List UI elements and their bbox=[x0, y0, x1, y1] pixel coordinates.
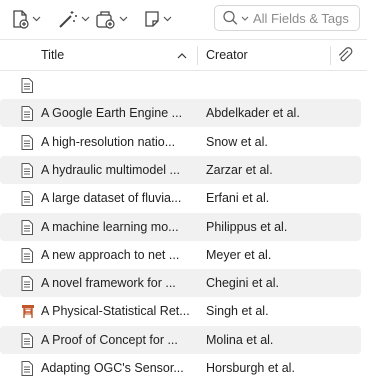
item-creator: Zarzar et al. bbox=[206, 162, 273, 177]
new-item-button[interactable] bbox=[10, 8, 41, 30]
search-field[interactable]: All Fields & Tags bbox=[214, 5, 360, 31]
item-title: A machine learning mo... bbox=[41, 219, 179, 234]
item-creator: Horsburgh et al. bbox=[206, 361, 295, 375]
document-icon bbox=[21, 276, 33, 294]
toolbar: All Fields & Tags bbox=[0, 0, 367, 38]
item-title: A high-resolution natio... bbox=[41, 134, 176, 149]
search-icon bbox=[223, 10, 238, 25]
add-attachment-button[interactable] bbox=[95, 8, 128, 30]
item-creator: Snow et al. bbox=[206, 134, 268, 149]
chevron-down-icon bbox=[241, 16, 249, 21]
chevron-down-icon bbox=[32, 16, 41, 22]
item-title: A large dataset of fluvia... bbox=[41, 191, 182, 206]
table-row[interactable] bbox=[0, 71, 361, 99]
table-row[interactable]: A Physical-Statistical Ret... Singh et al… bbox=[0, 297, 361, 325]
table-row[interactable]: A new approach to net ... Meyer et al. bbox=[0, 241, 361, 269]
document-icon bbox=[21, 106, 33, 124]
table-row[interactable]: Adapting OGC's Sensor... Horsburgh et al. bbox=[0, 354, 361, 382]
item-title: A new approach to net ... bbox=[41, 247, 180, 262]
new-item-icon bbox=[13, 10, 29, 29]
item-title: Adapting OGC's Sensor... bbox=[41, 361, 184, 375]
sort-ascending-icon bbox=[177, 53, 187, 59]
column-header: Title Creator bbox=[0, 39, 367, 71]
add-attachment-icon bbox=[96, 11, 115, 29]
item-creator: Singh et al. bbox=[206, 304, 269, 319]
document-icon bbox=[21, 361, 33, 379]
document-icon bbox=[21, 162, 33, 181]
document-icon bbox=[21, 219, 33, 238]
presentation-icon bbox=[21, 304, 35, 322]
document-icon bbox=[21, 247, 33, 266]
table-row[interactable]: A novel framework for ... Chegini et al. bbox=[0, 269, 361, 298]
table-row[interactable]: A Google Earth Engine ... Abdelkader et a… bbox=[0, 99, 361, 128]
document-icon bbox=[21, 78, 33, 96]
chevron-down-icon bbox=[119, 16, 128, 22]
item-creator: Philippus et al. bbox=[206, 219, 288, 234]
column-creator-header[interactable]: Creator bbox=[206, 48, 248, 62]
table-row[interactable]: A large dataset of fluvia... Erfani et al… bbox=[0, 184, 361, 212]
document-icon bbox=[21, 332, 33, 351]
add-by-identifier-button[interactable] bbox=[57, 8, 90, 30]
table-row[interactable]: A machine learning mo... Philippus et al. bbox=[0, 212, 361, 241]
item-title: A novel framework for ... bbox=[41, 276, 176, 291]
column-divider[interactable] bbox=[197, 46, 198, 65]
document-icon bbox=[21, 191, 33, 209]
magic-wand-icon bbox=[59, 11, 77, 28]
item-title: A hydraulic multimodel ... bbox=[41, 162, 180, 177]
paperclip-icon[interactable] bbox=[337, 47, 353, 65]
item-creator: Molina et al. bbox=[206, 332, 274, 347]
table-row[interactable]: A Proof of Concept for ... Molina et al. bbox=[0, 325, 361, 354]
item-creator: Meyer et al. bbox=[206, 247, 272, 262]
item-creator: Abdelkader et al. bbox=[206, 106, 300, 121]
column-divider[interactable] bbox=[330, 46, 331, 65]
item-title: A Proof of Concept for ... bbox=[41, 332, 178, 347]
document-icon bbox=[21, 134, 33, 153]
item-creator: Erfani et al. bbox=[206, 191, 270, 206]
table-row[interactable]: A high-resolution natio... Snow et al. bbox=[0, 128, 361, 156]
item-creator: Chegini et al. bbox=[206, 276, 279, 291]
item-title: A Physical-Statistical Ret... bbox=[41, 304, 190, 319]
chevron-down-icon bbox=[163, 16, 172, 22]
new-note-button[interactable] bbox=[143, 8, 172, 30]
item-title: A Google Earth Engine ... bbox=[41, 106, 183, 121]
chevron-down-icon bbox=[81, 16, 90, 22]
table-row[interactable]: A hydraulic multimodel ... Zarzar et al. bbox=[0, 155, 361, 184]
column-title-header[interactable]: Title bbox=[41, 48, 64, 62]
new-note-icon bbox=[145, 11, 159, 27]
search-placeholder: All Fields & Tags bbox=[253, 10, 349, 26]
